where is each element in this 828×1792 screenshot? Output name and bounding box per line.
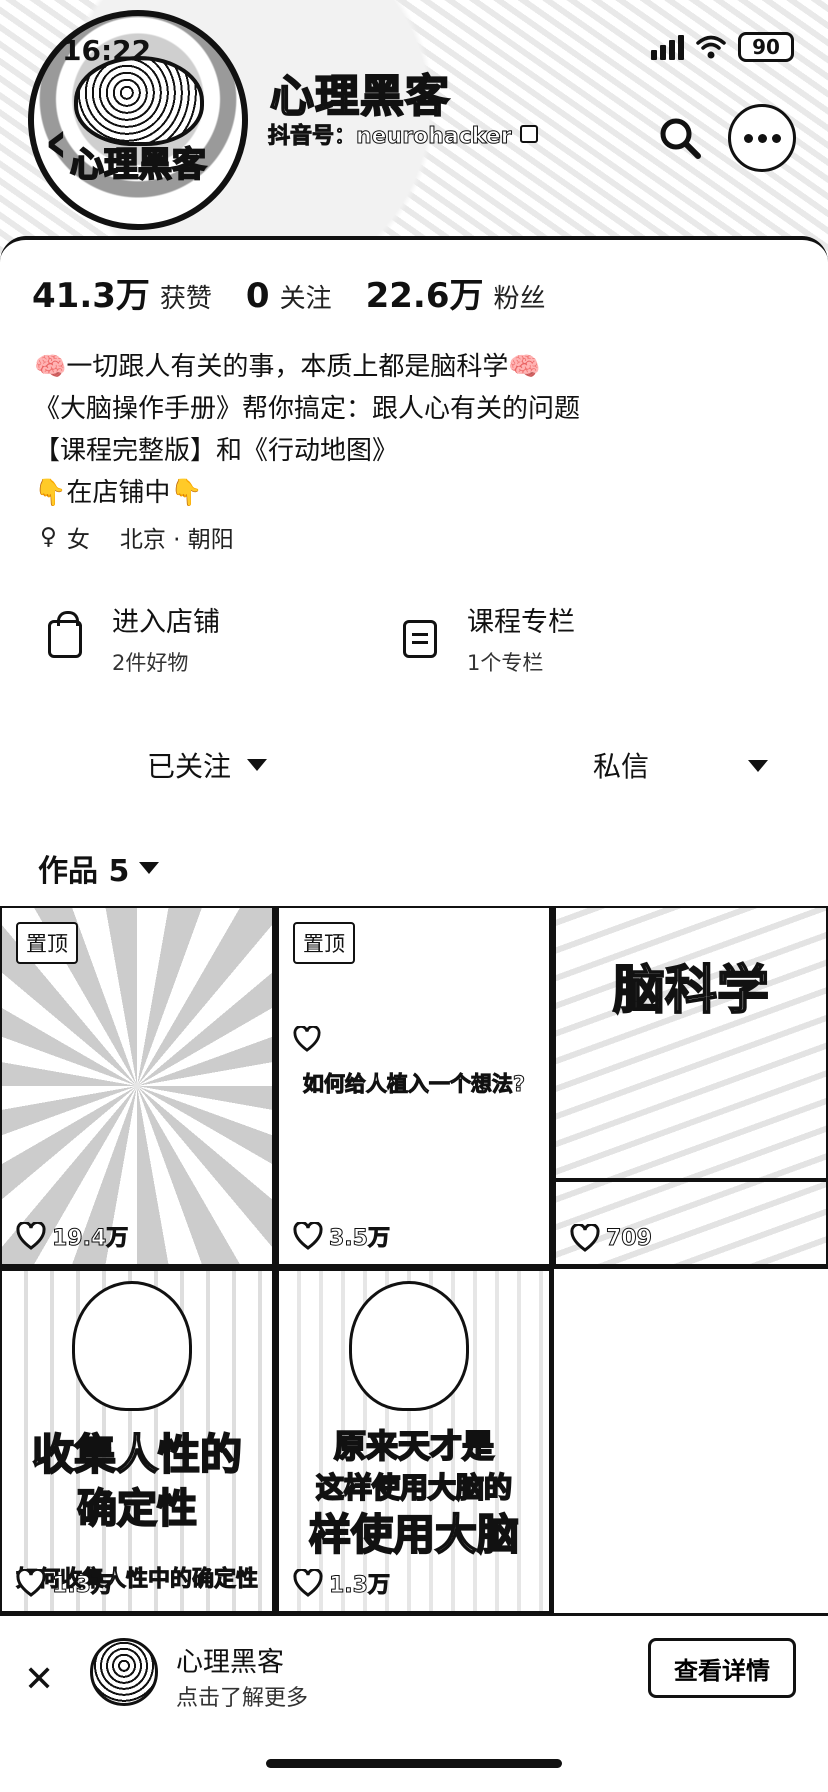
stat-value: 0 (245, 276, 270, 316)
bio-line: 🧠一切跟人有关的事，本质上都是脑科学🧠 (34, 352, 541, 382)
promo-title: 心理黑客 (176, 1647, 284, 1678)
profile-card: 41.3万 获赞 0 关注 22.6万 粉丝 🧠一切跟人有关的事，本质上都是脑科… (0, 236, 828, 906)
service-title: 课程专栏 (467, 607, 575, 638)
caret-down-icon (139, 862, 160, 874)
like-count-text: 709 (606, 1225, 653, 1251)
video-tile[interactable]: 置顶 19.4万 (0, 906, 274, 1266)
video-caption: 样使用大脑 (308, 1509, 520, 1560)
home-indicator[interactable] (266, 1759, 562, 1768)
status-icons: 90 (651, 32, 794, 62)
signal-icon (651, 34, 684, 60)
video-tile[interactable]: 置顶 如何给人植入一个想法? 3.5万 (277, 906, 551, 1266)
location-tag: 北京 · 朝阳 (119, 527, 234, 553)
pinned-badge: 置顶 (293, 922, 355, 964)
close-icon[interactable]: ✕ (24, 1662, 54, 1698)
search-button[interactable] (646, 104, 714, 172)
video-caption: 脑科学 (612, 960, 770, 1022)
followed-button[interactable]: 已关注 (0, 730, 414, 800)
view-details-button[interactable]: 查看详情 (648, 1638, 796, 1698)
course-column-entry[interactable]: 课程专栏 1个专栏 (403, 600, 678, 677)
like-count: 1.3万 (293, 1567, 390, 1599)
profile-stats: 41.3万 获赞 0 关注 22.6万 粉丝 (32, 268, 546, 317)
wifi-icon (696, 35, 726, 59)
like-count-text: 1.3万 (329, 1573, 391, 1599)
heart-icon (293, 1222, 323, 1250)
service-subtitle: 1个专栏 (467, 651, 544, 675)
like-count-text: 19.4万 (51, 1226, 129, 1252)
profile-header: 心理黑客 16:22 ‹ 心理黑客 抖音号：neurohacker 90 (0, 0, 828, 270)
avatar[interactable] (90, 1638, 158, 1706)
video-caption: 收集人性的 (31, 1429, 243, 1480)
pinned-badge: 置顶 (16, 922, 78, 964)
like-count: 19.4万 (16, 1220, 129, 1252)
profile-meta: ♀ 女 北京 · 朝阳 (40, 520, 234, 554)
caret-down-icon (247, 759, 267, 771)
bio-line: 👇在店铺中👇 (34, 478, 203, 508)
like-count: 3.5万 (293, 1220, 390, 1252)
presenter-image (349, 1281, 469, 1411)
promo-subtitle: 点击了解更多 (176, 1686, 309, 1711)
shop-entry[interactable]: 进入店铺 2件好物 (48, 600, 323, 677)
service-title: 进入店铺 (112, 607, 220, 638)
profile-name: 心理黑客 (269, 70, 450, 123)
video-caption: 确定性 (76, 1485, 198, 1533)
video-tile[interactable]: 收集人性的 确定性 如何收集人性中的确定性 1.3万 (0, 1269, 274, 1613)
heart-icon (570, 1224, 600, 1252)
back-icon[interactable]: ‹ (44, 112, 69, 172)
column-icon (403, 619, 437, 658)
divider (556, 1178, 826, 1182)
video-caption: 如何给人植入一个想法? (302, 1072, 526, 1097)
profile-bio: 🧠一切跟人有关的事，本质上都是脑科学🧠 《大脑操作手册》帮你搞定：跟人心有关的问… (34, 346, 794, 514)
caret-down-icon[interactable] (748, 760, 768, 772)
heart-icon (16, 1569, 46, 1597)
stat-followers[interactable]: 22.6万 粉丝 (366, 268, 546, 317)
message-button[interactable]: 私信 (414, 730, 828, 800)
gender-text: 女 (66, 527, 90, 553)
video-caption: 原来天才是 (333, 1426, 495, 1466)
more-button[interactable] (728, 104, 796, 172)
status-time: 16:22 (62, 34, 152, 67)
heart-icon (293, 1569, 323, 1597)
brain-illustration (74, 56, 204, 146)
battery-icon: 90 (738, 32, 794, 62)
tab-works[interactable]: 作品 5 (38, 846, 160, 890)
bio-line: 【课程完整版】和《行动地图》 (34, 436, 399, 466)
video-tile[interactable]: 脑科学 709 (554, 906, 828, 1266)
promo-bar: ✕ 心理黑客 点击了解更多 查看详情 (0, 1616, 828, 1792)
works-tab-label: 作品 5 (38, 854, 130, 889)
heart-icon (16, 1222, 46, 1250)
stat-label: 粉丝 (493, 284, 546, 314)
service-entries: 进入店铺 2件好物 课程专栏 1个专栏 (48, 600, 678, 677)
douyin-id-text: 抖音号：neurohacker (268, 124, 513, 150)
video-tile[interactable]: 原来天才是 这样使用大脑的 样使用大脑 1.3万 (277, 1269, 551, 1613)
profile-actions: 已关注 私信 (0, 730, 828, 800)
more-icon (743, 133, 781, 143)
stat-value: 22.6万 (365, 276, 484, 316)
female-icon: ♀ (40, 524, 57, 550)
bio-line: 《大脑操作手册》帮你搞定：跟人心有关的问题 (34, 394, 581, 424)
copy-icon[interactable] (519, 125, 538, 143)
service-subtitle: 2件好物 (112, 651, 189, 675)
video-grid: 置顶 19.4万 置顶 如何给人植入一个想法? 3.5万 脑科学 709 收集人… (0, 906, 828, 1616)
search-icon (660, 118, 701, 159)
empty-slot (554, 1269, 828, 1613)
gender-tag: ♀ 女 (40, 520, 90, 554)
like-count: 709 (570, 1224, 652, 1252)
stat-following[interactable]: 0 关注 (246, 276, 332, 316)
message-label: 私信 (592, 750, 649, 783)
heart-icon (293, 1026, 321, 1052)
stat-likes[interactable]: 41.3万 获赞 (32, 268, 212, 317)
bag-icon (48, 610, 82, 658)
stat-label: 关注 (279, 284, 332, 314)
like-count-text: 3.5万 (329, 1226, 391, 1252)
like-count-text: 1.3万 (52, 1573, 114, 1599)
followed-label: 已关注 (146, 750, 231, 783)
like-count: 1.3万 (16, 1567, 113, 1599)
stat-value: 41.3万 (32, 276, 150, 316)
presenter-image (72, 1281, 192, 1411)
stat-label: 获赞 (159, 284, 212, 314)
douyin-id: 抖音号：neurohacker (268, 118, 538, 150)
video-caption: 这样使用大脑的 (315, 1470, 513, 1505)
